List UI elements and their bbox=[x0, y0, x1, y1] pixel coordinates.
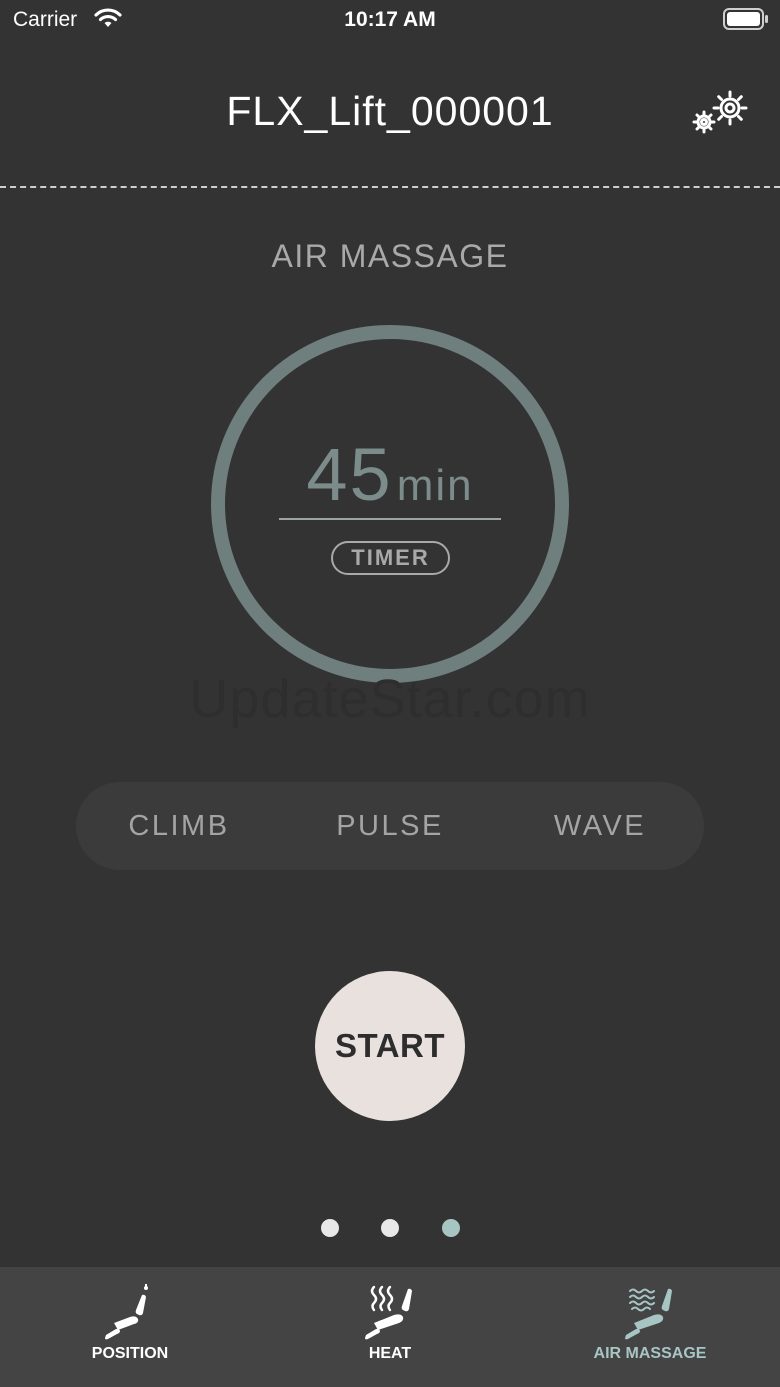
section-title: AIR MASSAGE bbox=[271, 238, 509, 274]
tab-air-massage[interactable]: AIR MASSAGE bbox=[520, 1267, 780, 1387]
battery-icon bbox=[723, 8, 769, 35]
tab-position[interactable]: POSITION bbox=[0, 1267, 260, 1387]
device-title: FLX_Lift_000001 bbox=[226, 88, 554, 134]
tab-bar: POSITION HEAT AIR MASSAGE bbox=[0, 1267, 780, 1387]
tab-label: AIR MASSAGE bbox=[593, 1345, 707, 1362]
gear-icon[interactable] bbox=[688, 86, 752, 143]
tab-label: HEAT bbox=[368, 1345, 412, 1362]
page-dot[interactable] bbox=[321, 1219, 339, 1237]
timer-value[interactable]: 45min bbox=[280, 432, 500, 517]
page-dot[interactable] bbox=[381, 1219, 399, 1237]
recliner-icon bbox=[100, 1283, 160, 1346]
timer-number: 45 bbox=[306, 433, 393, 516]
watermark: UpdateStar.com bbox=[189, 669, 591, 729]
mode-selector: CLIMB PULSE WAVE bbox=[76, 782, 704, 870]
status-bar: Carrier 10:17 AM bbox=[0, 0, 780, 40]
tab-label: POSITION bbox=[91, 1345, 169, 1362]
tab-heat[interactable]: HEAT bbox=[260, 1267, 520, 1387]
recliner-massage-icon bbox=[620, 1283, 680, 1346]
timer-underline bbox=[279, 518, 501, 520]
start-button[interactable]: START bbox=[315, 971, 465, 1121]
header-divider bbox=[0, 186, 780, 188]
timer-unit: min bbox=[396, 461, 474, 510]
timer-badge[interactable]: TIMER bbox=[331, 541, 450, 575]
mode-pulse[interactable]: PULSE bbox=[290, 782, 490, 870]
mode-climb[interactable]: CLIMB bbox=[79, 782, 279, 870]
recliner-heat-icon bbox=[360, 1283, 420, 1346]
clock: 10:17 AM bbox=[344, 8, 436, 31]
mode-wave[interactable]: WAVE bbox=[500, 782, 700, 870]
page-dot-active[interactable] bbox=[442, 1219, 460, 1237]
page-indicator bbox=[0, 1219, 780, 1237]
